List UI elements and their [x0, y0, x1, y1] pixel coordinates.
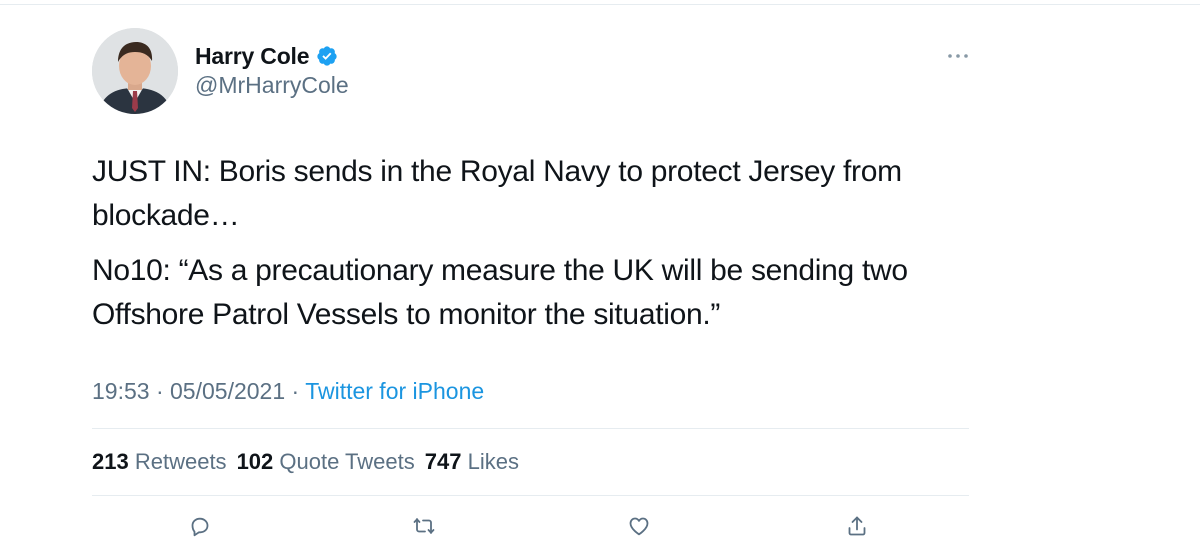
share-icon	[845, 514, 869, 543]
avatar-portrait	[92, 28, 178, 114]
tweet-source-link[interactable]: Twitter for iPhone	[305, 378, 484, 404]
quote-tweets-label: Quote Tweets	[279, 449, 415, 474]
stats-top-divider	[92, 428, 969, 429]
retweets-stat[interactable]: 213 Retweets	[92, 449, 227, 475]
share-button[interactable]	[837, 510, 877, 546]
tweet-detail: Harry Cole @MrHarryCole JUST IN: Boris s…	[0, 0, 1200, 547]
verified-badge-icon	[316, 45, 338, 67]
meta-separator: ·	[155, 378, 164, 404]
likes-count: 747	[424, 449, 462, 474]
meta-separator: ·	[291, 378, 300, 404]
heart-icon	[627, 514, 651, 543]
reply-button[interactable]	[180, 510, 220, 546]
avatar[interactable]	[92, 28, 178, 114]
reply-icon	[188, 514, 212, 543]
tweet-paragraph: No10: “As a precautionary measure the UK…	[92, 254, 908, 331]
author-handle[interactable]: @MrHarryCole	[195, 72, 349, 99]
more-icon[interactable]	[942, 44, 974, 68]
quote-tweets-count: 102	[236, 449, 274, 474]
tweet-date[interactable]: 05/05/2021	[170, 378, 285, 404]
retweets-count: 213	[92, 449, 129, 474]
tweet-stats: 213 Retweets 102 Quote Tweets 747 Likes	[92, 449, 519, 475]
quote-tweets-stat[interactable]: 102 Quote Tweets	[237, 449, 415, 475]
author-name-row: Harry Cole	[195, 40, 338, 72]
tweet-time[interactable]: 19:53	[92, 378, 150, 404]
author-display-name[interactable]: Harry Cole	[195, 43, 310, 70]
retweet-icon	[412, 514, 436, 543]
likes-label: Likes	[467, 449, 519, 474]
retweets-label: Retweets	[134, 449, 227, 474]
like-button[interactable]	[619, 510, 659, 546]
top-divider	[0, 4, 1200, 5]
retweet-button[interactable]	[404, 510, 444, 546]
likes-stat[interactable]: 747 Likes	[425, 449, 519, 475]
tweet-paragraph: JUST IN: Boris sends in the Royal Navy t…	[92, 155, 902, 232]
tweet-actions	[92, 510, 969, 547]
tweet-meta: 19:53 · 05/05/2021 · Twitter for iPhone	[92, 378, 484, 405]
tweet-text: JUST IN: Boris sends in the Royal Navy t…	[92, 150, 972, 348]
actions-top-divider	[92, 495, 969, 496]
